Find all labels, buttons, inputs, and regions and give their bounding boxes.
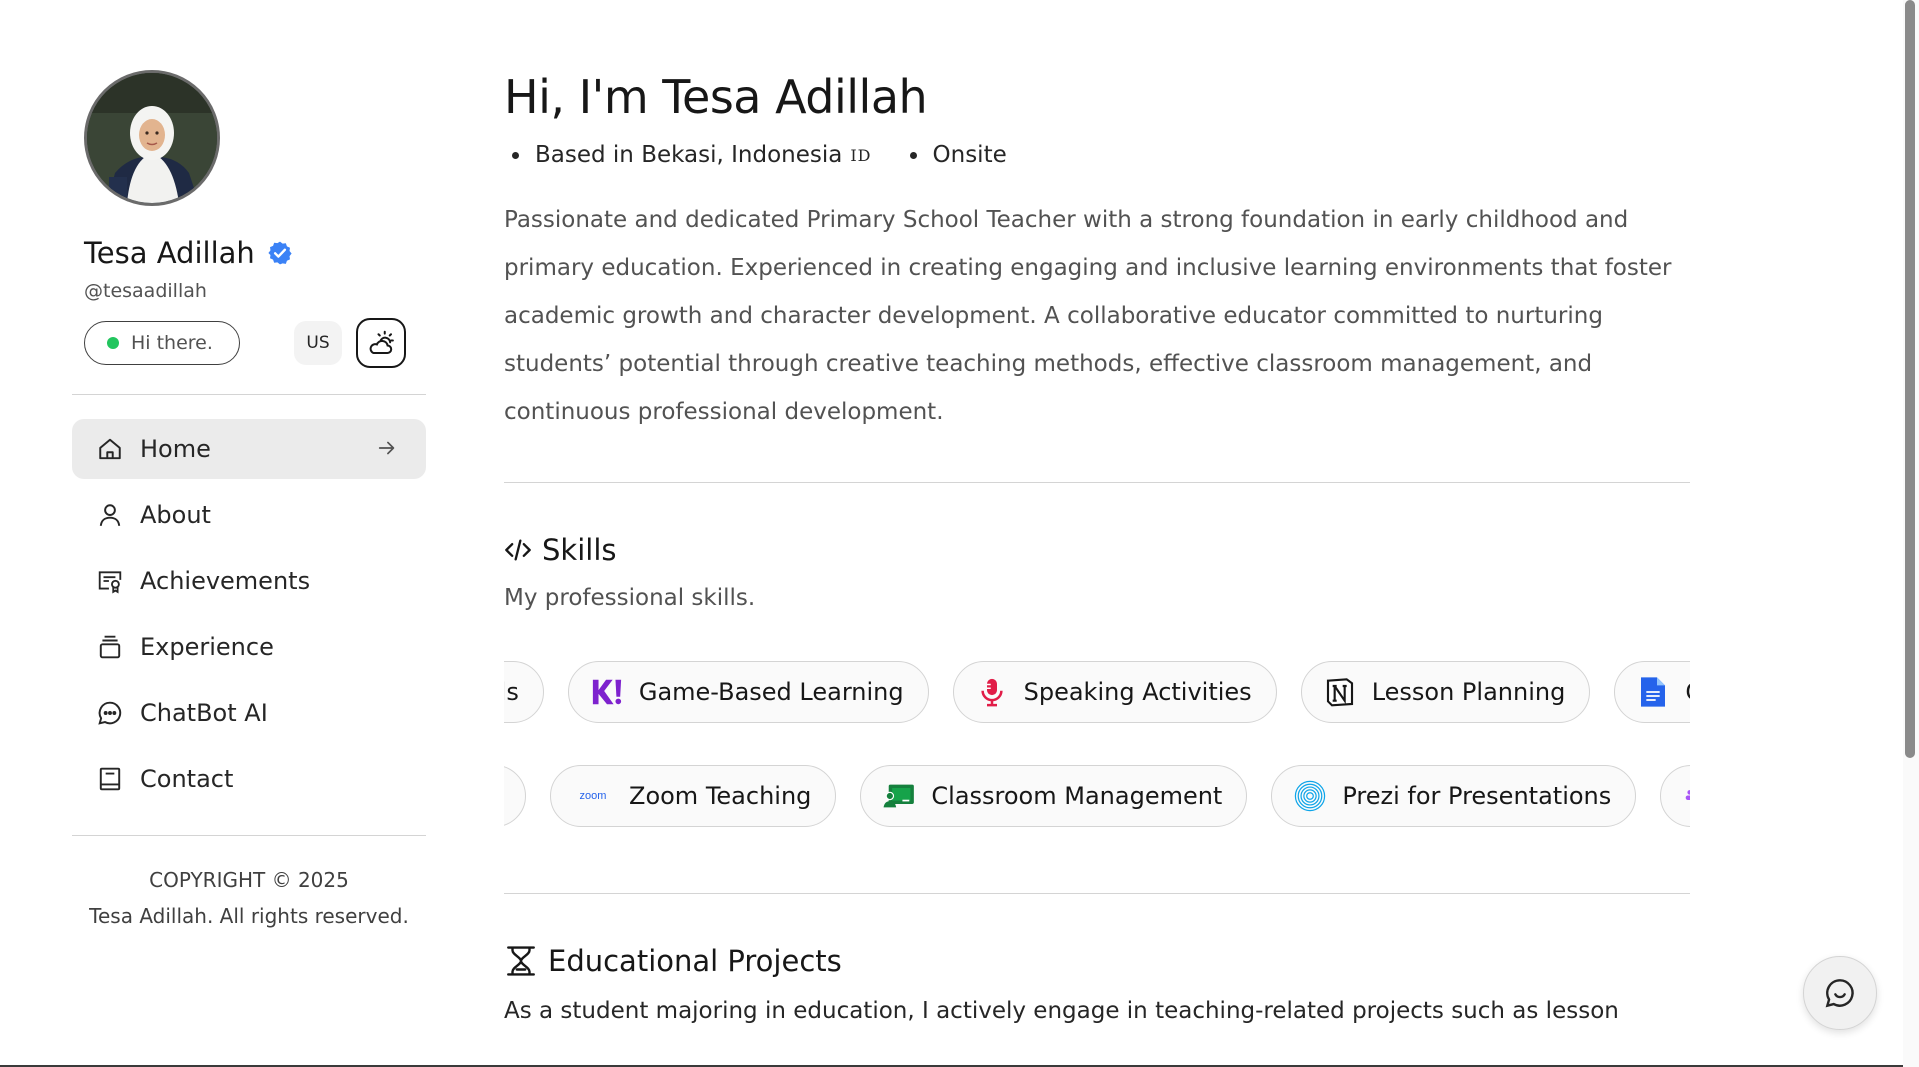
- flag-badge: ID: [850, 145, 872, 165]
- skill-chip: Classroom Management: [860, 765, 1248, 827]
- profile-name-row: Tesa Adillah: [84, 236, 426, 270]
- copyright-line: COPYRIGHT © 2025: [149, 868, 349, 892]
- status-pill[interactable]: Hi there.: [84, 321, 240, 365]
- projects-description: As a student majoring in education, I ac…: [504, 998, 1619, 1024]
- skills-subtitle: My professional skills.: [504, 585, 756, 611]
- chat-float-button[interactable]: [1803, 956, 1877, 1030]
- kahoot-icon: [591, 676, 623, 708]
- projects-heading: Educational Projects: [504, 944, 1690, 978]
- nav-label: Experience: [140, 633, 274, 661]
- skill-chip: [504, 765, 526, 827]
- nav-label: Achievements: [140, 567, 311, 595]
- bio-paragraph: Passionate and dedicated Primary School …: [504, 207, 1672, 425]
- briefcase-stack-icon: [96, 633, 124, 661]
- profile-handle: @tesaadillah: [84, 280, 207, 302]
- nav-item-chatbot[interactable]: ChatBot AI: [72, 683, 426, 743]
- nav-item-about[interactable]: About: [72, 485, 426, 545]
- status-text: Hi there.: [131, 332, 213, 354]
- meta-list: Based in Bekasi, Indonesia ID Onsite: [504, 142, 1690, 168]
- avatar: [84, 70, 220, 206]
- slack-icon: [1683, 780, 1690, 812]
- nav-label: Home: [140, 435, 211, 463]
- user-icon: [96, 501, 124, 529]
- home-icon: [96, 435, 124, 463]
- work-mode-text: Onsite: [932, 142, 1007, 168]
- skill-chip: S: [1660, 765, 1690, 827]
- copyright-line: Tesa Adillah. All rights reserved.: [89, 904, 409, 928]
- main-content: Hi, I'm Tesa Adillah Based in Bekasi, In…: [504, 70, 1690, 1024]
- skill-chip: Lesson Planning: [1300, 661, 1591, 723]
- location: Based in Bekasi, Indonesia ID: [512, 142, 872, 168]
- sun-cloud-icon: [369, 330, 394, 354]
- certificate-icon: [96, 567, 124, 595]
- skill-label: ols: [504, 678, 519, 706]
- skill-label: Zoom Teaching: [629, 782, 812, 810]
- profile-name: Tesa Adillah: [84, 236, 255, 270]
- microphone-icon: [976, 676, 1008, 708]
- chat-bubble-icon: [1825, 979, 1854, 1008]
- code-icon: [505, 539, 531, 561]
- language-button[interactable]: US: [294, 321, 342, 365]
- sidebar-divider: [72, 835, 426, 836]
- location-text: Based in Bekasi, Indonesia: [535, 142, 843, 168]
- sidebar-divider: [72, 394, 426, 395]
- page-scrollbar[interactable]: [1903, 0, 1919, 1067]
- nav-label: ChatBot AI: [140, 699, 268, 727]
- nav-label: About: [140, 501, 211, 529]
- skills-marquee: zoom Zoom Teaching Classroom Management …: [504, 765, 1690, 827]
- zoom-icon: zoom: [579, 790, 607, 802]
- projects-title: Educational Projects: [548, 944, 842, 978]
- skill-chip: zoom Zoom Teaching: [550, 765, 837, 827]
- skill-chip: Game-Based Learning: [567, 661, 929, 723]
- section-divider: [504, 893, 1690, 894]
- copyright: COPYRIGHT © 2025 Tesa Adillah. All right…: [72, 862, 426, 934]
- skill-label: Classroom Management: [931, 782, 1223, 810]
- skills-track: ols Game-Based Learning Speaking Activit…: [504, 661, 1690, 723]
- google-docs-icon: [1637, 676, 1669, 708]
- nav-item-achievements[interactable]: Achievements: [72, 551, 426, 611]
- skill-label: Speaking Activities: [1023, 678, 1252, 706]
- chat-bubble-icon: [96, 699, 124, 727]
- work-mode: Onsite: [910, 142, 1007, 168]
- skills-heading: Skills: [504, 533, 1690, 567]
- nav-item-home[interactable]: Home: [72, 419, 426, 479]
- skill-label: Prezi for Presentations: [1342, 782, 1612, 810]
- nav-item-contact[interactable]: Contact: [72, 749, 426, 809]
- verified-badge-icon: [268, 241, 292, 265]
- skills-marquee: ols Game-Based Learning Speaking Activit…: [504, 661, 1690, 723]
- page-title: Hi, I'm Tesa Adillah: [504, 70, 928, 124]
- skill-chip: ols: [504, 661, 544, 723]
- skill-label: Gc: [1685, 678, 1690, 706]
- prezi-icon: [1294, 780, 1326, 812]
- profile-controls: Hi there. US: [84, 318, 426, 368]
- section-divider: [504, 482, 1690, 483]
- main-navigation: Home About Achievements Experience ChatB…: [72, 419, 426, 809]
- skills-track: zoom Zoom Teaching Classroom Management …: [504, 765, 1690, 827]
- nav-label: Contact: [140, 765, 234, 793]
- nav-item-experience[interactable]: Experience: [72, 617, 426, 677]
- scrollbar-thumb[interactable]: [1905, 0, 1915, 758]
- skill-label: Game-Based Learning: [638, 678, 904, 706]
- notion-icon: [1324, 676, 1356, 708]
- skill-chip: Speaking Activities: [952, 661, 1277, 723]
- sidebar: Tesa Adillah @tesaadillah Hi there. US H…: [72, 70, 426, 934]
- arrow-right-icon: [376, 437, 398, 465]
- theme-toggle-button[interactable]: [356, 318, 406, 368]
- online-status-dot: [107, 337, 119, 349]
- hourglass-icon: [507, 946, 535, 976]
- skill-chip: Prezi for Presentations: [1271, 765, 1637, 827]
- google-classroom-icon: [883, 780, 915, 812]
- skills-title: Skills: [542, 533, 617, 567]
- skill-label: Lesson Planning: [1371, 678, 1566, 706]
- book-icon: [96, 765, 124, 793]
- skill-chip: Gc: [1614, 661, 1690, 723]
